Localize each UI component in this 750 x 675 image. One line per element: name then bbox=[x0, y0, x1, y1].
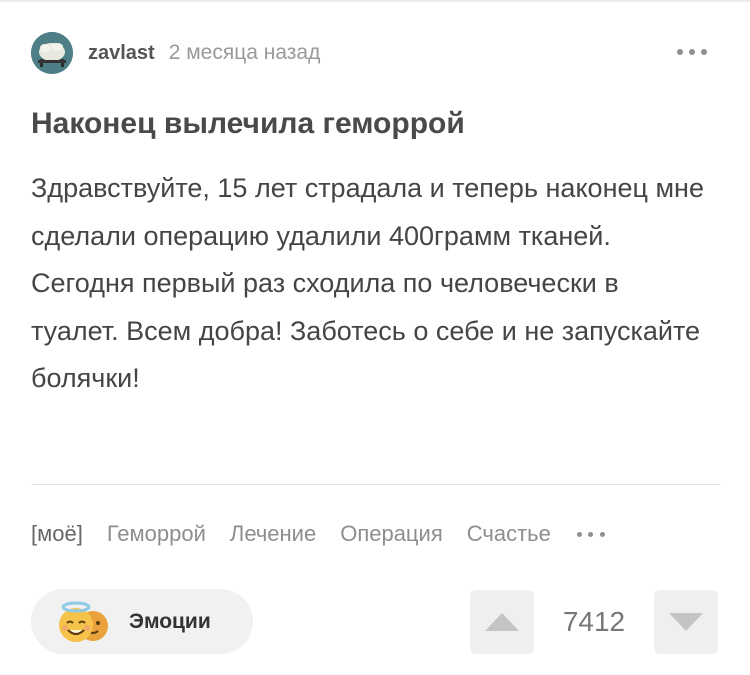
emotions-button[interactable]: Эмоции bbox=[31, 589, 253, 654]
tag-item[interactable]: [моё] bbox=[31, 521, 83, 547]
dot bbox=[677, 49, 683, 55]
tag-item[interactable]: Лечение bbox=[230, 521, 316, 547]
avatar-image bbox=[31, 32, 73, 74]
top-border bbox=[0, 0, 750, 2]
divider bbox=[31, 484, 721, 485]
tag-item[interactable]: Счастье bbox=[467, 521, 551, 547]
rating-value: 7412 bbox=[562, 606, 626, 637]
author-avatar[interactable] bbox=[31, 32, 73, 74]
emotions-label: Эмоции bbox=[129, 609, 211, 633]
vote-down-button[interactable] bbox=[654, 590, 718, 654]
dot bbox=[701, 49, 707, 55]
angel-face-emoji-icon bbox=[53, 598, 113, 646]
more-dots-icon[interactable] bbox=[677, 40, 707, 64]
more-tags-icon[interactable] bbox=[576, 529, 605, 539]
dot bbox=[576, 531, 582, 537]
triangle-down-icon bbox=[669, 613, 703, 631]
author-name[interactable]: zavlast bbox=[88, 42, 155, 65]
dot bbox=[689, 49, 695, 55]
tag-list: [моё] Геморрой Лечение Операция Счастье bbox=[31, 516, 605, 552]
post-header: zavlast 2 месяца назад bbox=[31, 30, 721, 76]
post-body: Здравствуйте, 15 лет страдала и теперь н… bbox=[31, 173, 704, 393]
tag-item[interactable]: Операция bbox=[340, 521, 443, 547]
dot bbox=[588, 531, 594, 537]
vote-up-button[interactable] bbox=[470, 590, 534, 654]
tag-item[interactable]: Геморрой bbox=[107, 521, 206, 547]
dot bbox=[599, 531, 605, 537]
post-title[interactable]: Наконец вылечила геморрой bbox=[31, 104, 721, 144]
triangle-up-icon bbox=[485, 613, 519, 631]
post-time: 2 месяца назад bbox=[168, 41, 321, 64]
